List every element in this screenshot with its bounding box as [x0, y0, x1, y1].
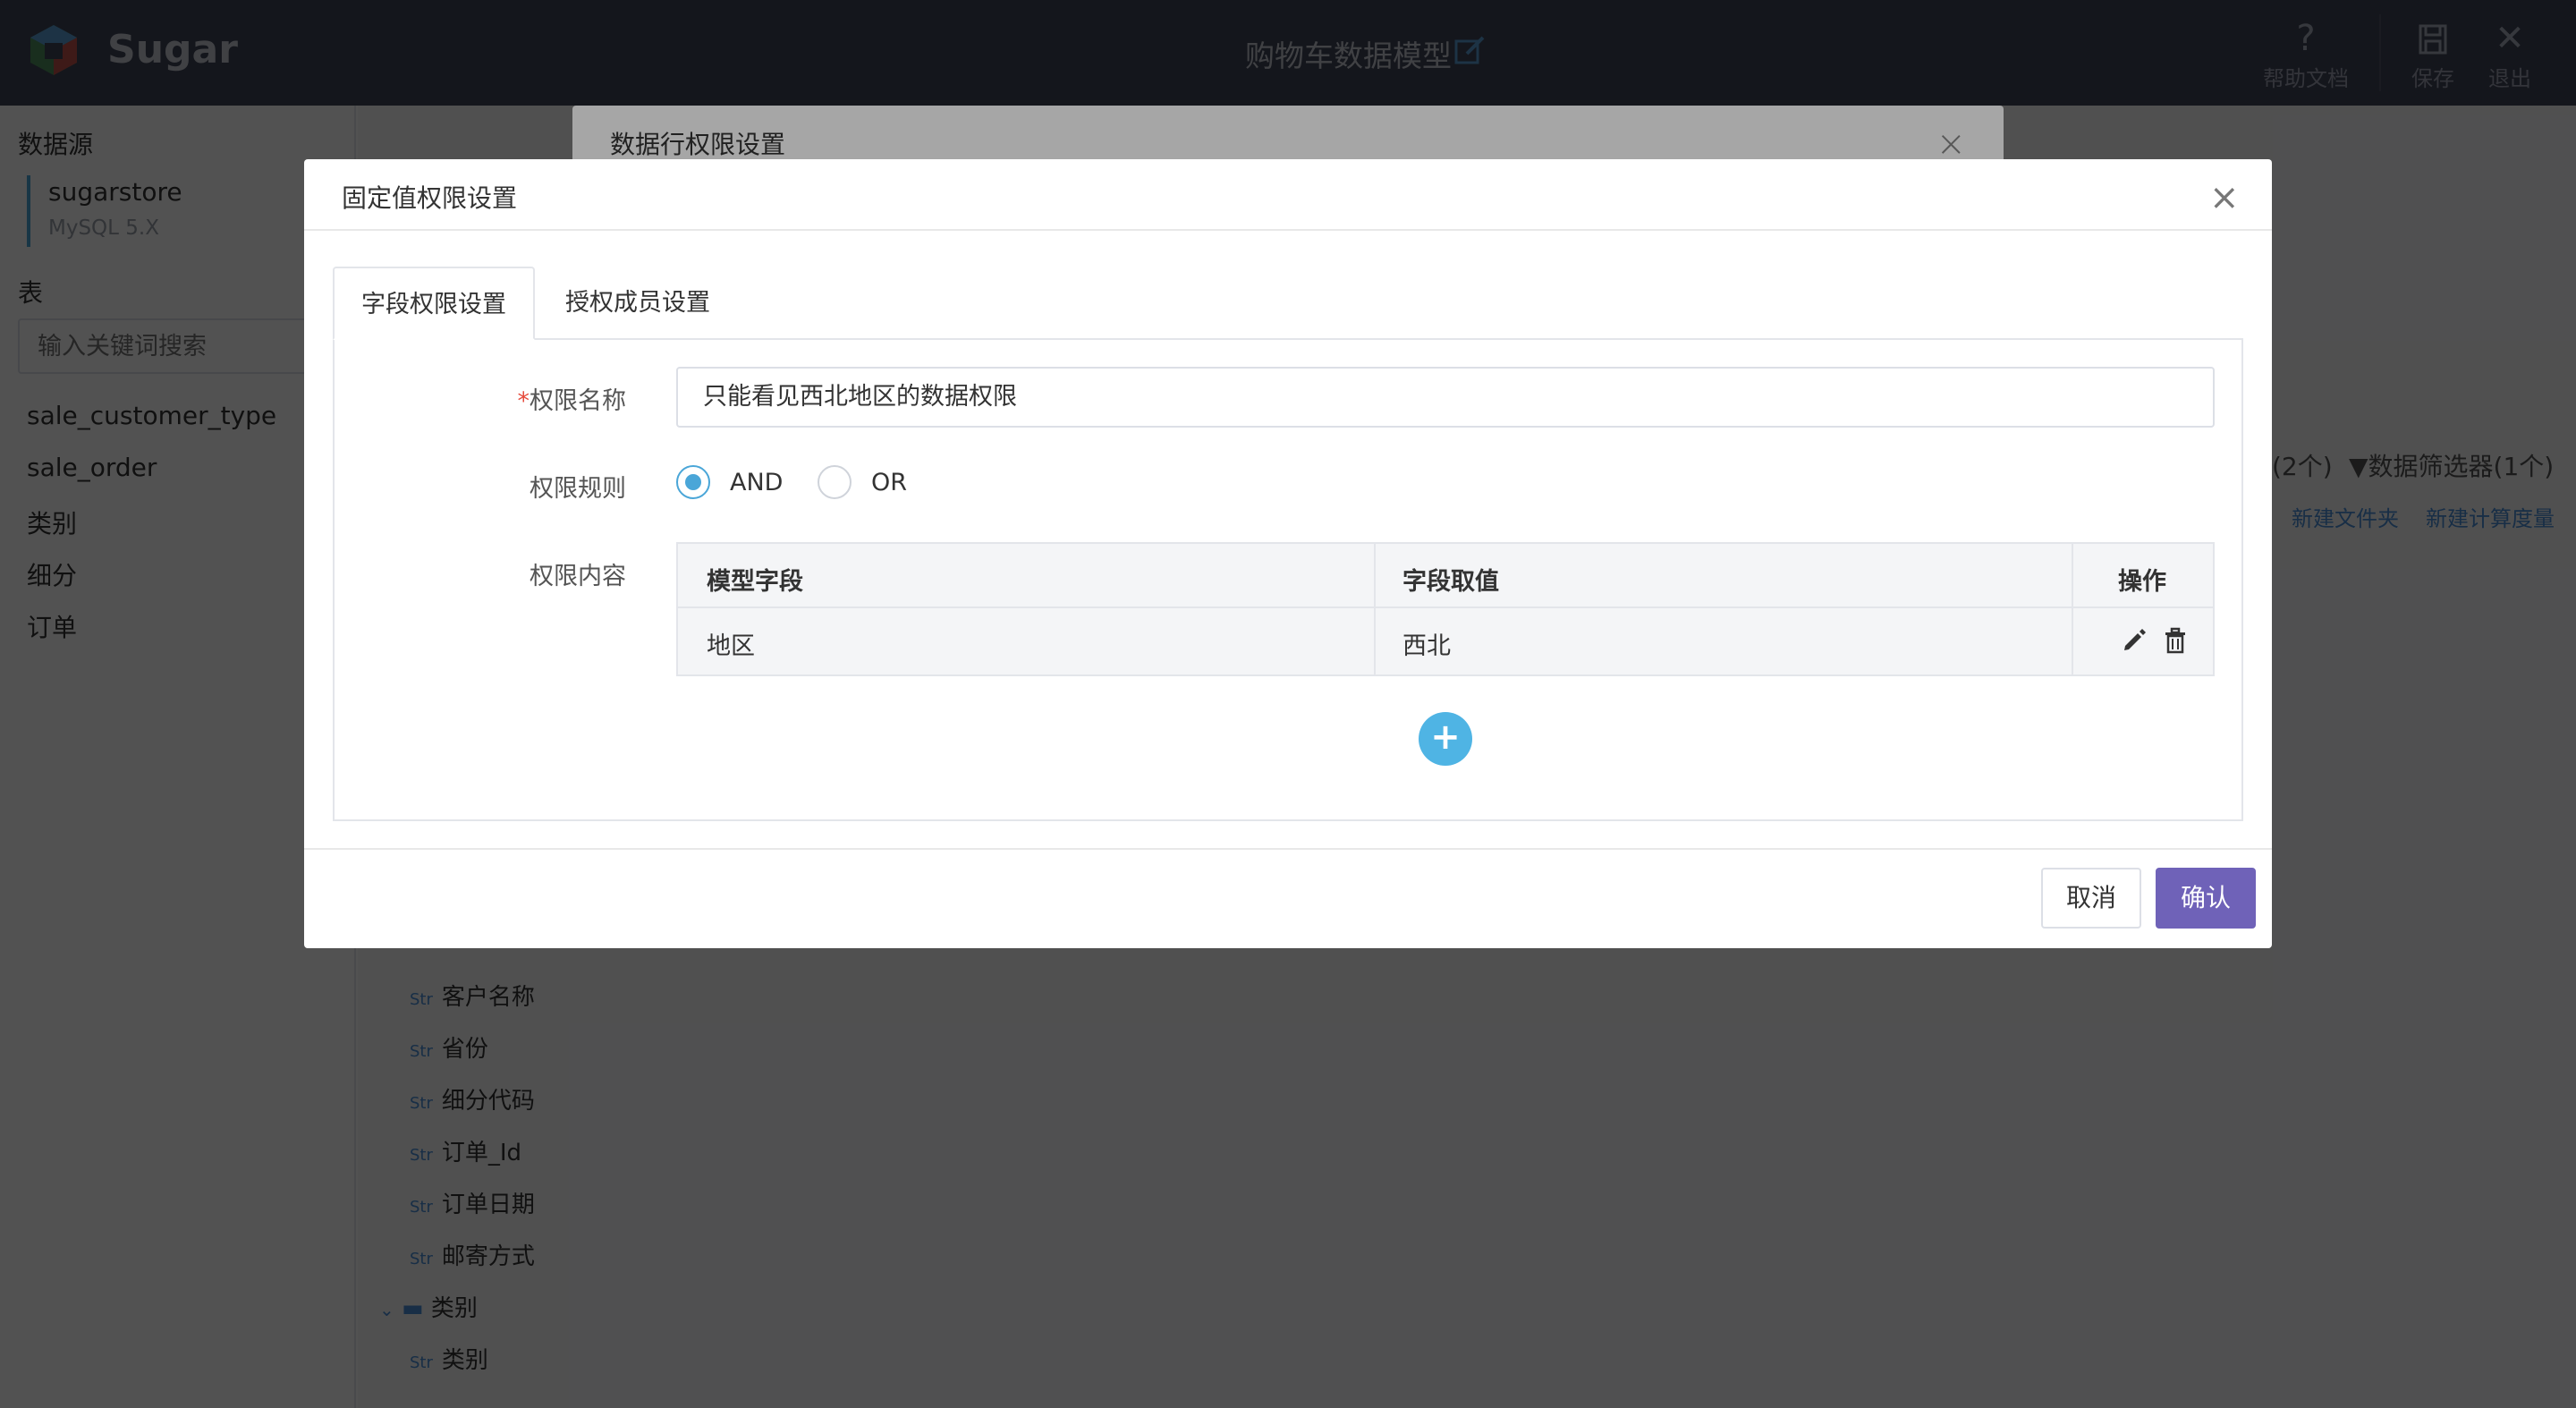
confirm-button[interactable]: 确认 — [2156, 868, 2257, 929]
column-divider — [2072, 544, 2073, 674]
plus-icon: + — [1430, 717, 1461, 758]
column-divider — [1374, 544, 1376, 674]
permission-rule-label: 权限规则 — [530, 475, 626, 503]
permission-table: 模型字段 字段取值 操作 地区 西北 — [676, 542, 2215, 676]
header-actions: 操作 — [2118, 568, 2166, 596]
edit-icon[interactable] — [2120, 626, 2148, 655]
permission-name-input[interactable]: 只能看见西北地区的数据权限 — [676, 367, 2215, 428]
rule-or-label[interactable]: OR — [871, 469, 907, 496]
cancel-button[interactable]: 取消 — [2041, 868, 2142, 929]
dialog-header: 固定值权限设置 × — [304, 159, 2272, 231]
table-header-row: 模型字段 字段取值 操作 — [678, 544, 2213, 608]
permission-name-label: *权限名称 — [358, 381, 627, 416]
close-icon[interactable]: × — [2209, 177, 2240, 218]
fixed-value-permission-dialog: 固定值权限设置 × 字段权限设置 授权成员设置 *权限名称 只能看见西北地区的数… — [304, 159, 2272, 948]
permission-content-label: 权限内容 — [530, 563, 626, 590]
cell-field-value: 西北 — [1402, 632, 1451, 660]
table-row: 地区 西北 — [678, 608, 2213, 674]
add-condition-button[interactable]: + — [1419, 712, 1472, 766]
rule-or-radio[interactable] — [818, 465, 852, 499]
header-model-field: 模型字段 — [707, 568, 803, 596]
cell-model-field: 地区 — [707, 632, 755, 660]
rule-and-label[interactable]: AND — [730, 469, 783, 496]
tab-member-permission[interactable]: 授权成员设置 — [538, 267, 737, 340]
rule-and-radio[interactable] — [676, 465, 710, 499]
dialog-footer-divider — [304, 848, 2272, 850]
required-mark: * — [517, 387, 530, 415]
dialog-title: 固定值权限设置 — [342, 183, 518, 213]
permission-name-label-text: 权限名称 — [530, 387, 626, 415]
header-field-value: 字段取值 — [1402, 568, 1499, 596]
trash-icon[interactable] — [2161, 626, 2190, 655]
tab-field-permission[interactable]: 字段权限设置 — [333, 267, 535, 340]
